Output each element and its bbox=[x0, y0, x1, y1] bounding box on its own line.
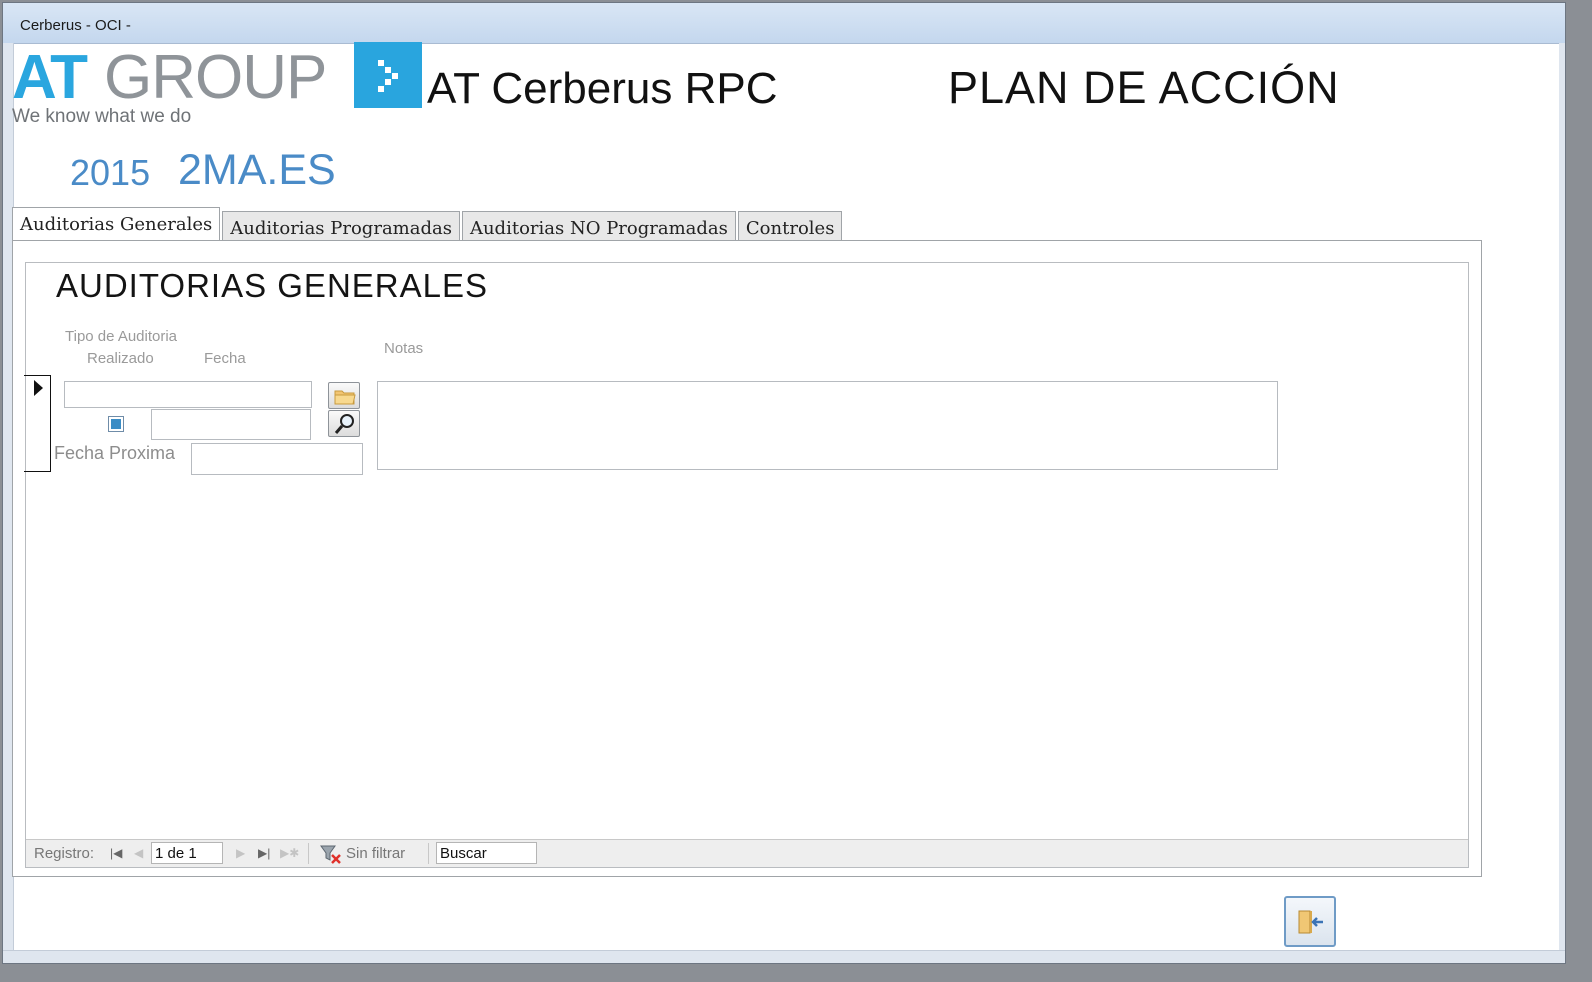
realizado-label: Realizado bbox=[87, 350, 154, 367]
chevron-dots-icon bbox=[354, 42, 422, 108]
app-title: AT Cerberus RPC bbox=[427, 64, 778, 113]
filter-off-icon[interactable] bbox=[320, 844, 342, 864]
fecha-proxima-field[interactable] bbox=[191, 443, 363, 475]
logo-tagline: We know what we do bbox=[12, 106, 192, 127]
year-label: 2015 bbox=[70, 152, 151, 193]
fecha-label: Fecha bbox=[204, 350, 246, 367]
tipo-auditoria-label: Tipo de Auditoria bbox=[65, 328, 178, 345]
logo-group: GROUP bbox=[104, 43, 327, 112]
folder-icon bbox=[334, 390, 356, 405]
open-folder-button[interactable] bbox=[328, 382, 360, 409]
exit-door-icon bbox=[1298, 910, 1323, 934]
tab-panel: AUDITORIAS GENERALES Tipo de Auditoria R… bbox=[12, 240, 1482, 877]
subform-auditorias-generales: AUDITORIAS GENERALES Tipo de Auditoria R… bbox=[24, 262, 1469, 868]
notas-label: Notas bbox=[384, 340, 424, 357]
current-record-arrow-icon bbox=[34, 380, 43, 396]
logo-at: AT bbox=[12, 43, 88, 112]
magnifier-icon bbox=[334, 414, 354, 434]
filter-status[interactable]: Sin filtrar bbox=[346, 845, 405, 862]
window-title: Cerberus - OCI - bbox=[20, 17, 131, 34]
page-title: PLAN DE ACCIÓN bbox=[948, 62, 1340, 113]
tab-strip: Auditorias Generales Auditorias Programa… bbox=[12, 207, 844, 247]
realizado-checkbox[interactable] bbox=[108, 416, 124, 432]
record-selector[interactable] bbox=[24, 375, 51, 472]
window-right-edge bbox=[1559, 43, 1565, 963]
fecha-field[interactable] bbox=[151, 409, 311, 440]
search-button[interactable] bbox=[328, 410, 360, 437]
new-record-icon[interactable]: ▶✱ bbox=[280, 846, 299, 860]
last-record-icon[interactable]: ▶| bbox=[258, 846, 270, 860]
fecha-proxima-label: Fecha Proxima bbox=[54, 443, 176, 463]
nav-separator bbox=[308, 843, 309, 864]
exit-button[interactable] bbox=[1284, 896, 1336, 947]
section-title: AUDITORIAS GENERALES bbox=[56, 267, 489, 304]
next-record-icon[interactable]: ▶ bbox=[236, 846, 245, 860]
first-record-icon[interactable]: |◀ bbox=[110, 846, 122, 860]
code-label: 2MA.ES bbox=[178, 146, 336, 194]
nav-separator bbox=[428, 843, 429, 864]
record-navigation-bar: Registro: |◀ ◀ 1 de 1 ▶ ▶| ▶✱ Sin filtra… bbox=[26, 839, 1468, 867]
title-bar[interactable]: Cerberus - OCI - bbox=[3, 3, 1565, 44]
tipo-auditoria-field[interactable] bbox=[64, 381, 312, 408]
notas-field[interactable] bbox=[377, 381, 1278, 470]
search-input[interactable]: Buscar bbox=[436, 842, 537, 864]
previous-record-icon[interactable]: ◀ bbox=[134, 846, 143, 860]
registro-label: Registro: bbox=[34, 845, 95, 862]
window-bottom-edge bbox=[3, 950, 1565, 963]
current-record-input[interactable]: 1 de 1 bbox=[151, 842, 223, 864]
